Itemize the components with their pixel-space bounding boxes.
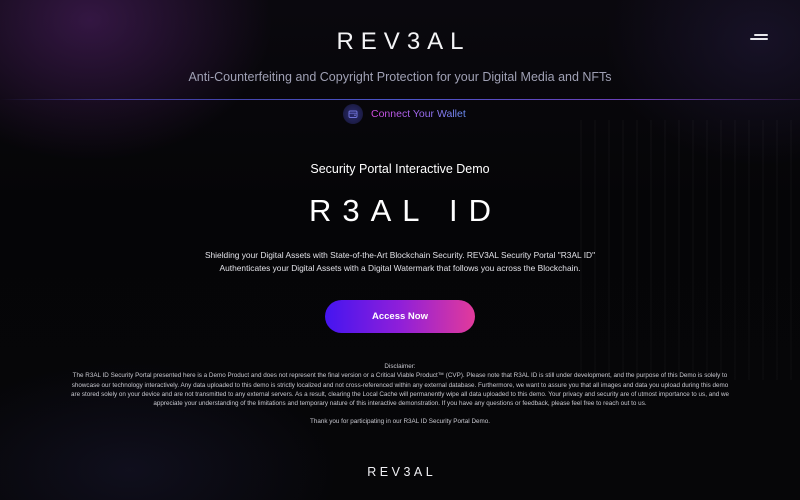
menu-line-bottom [750,38,768,40]
hero-subtitle: Security Portal Interactive Demo [310,162,490,176]
footer-logo[interactable]: REV3AL [0,465,800,479]
connect-wallet-button[interactable]: Connect Your Wallet [343,104,466,124]
tagline: Anti-Counterfeiting and Copyright Protec… [188,70,612,84]
header-logo[interactable]: REV3AL [0,28,800,56]
hamburger-menu-icon[interactable] [750,33,770,43]
hero-title: R3AL ID [308,193,502,228]
background-streaks [580,120,800,380]
menu-line-top [754,34,768,36]
landing-page: REV3AL Anti-Counterfeiting and Copyright… [0,0,800,500]
wallet-icon [343,104,363,124]
hero-description: Shielding your Digital Assets with State… [204,250,596,273]
disclaimer-heading: Disclaimer: [384,363,416,370]
disclaimer-thanks: Thank you for participating in our R3AL … [309,418,490,426]
connect-wallet-label: Connect Your Wallet [371,108,466,120]
header-divider [0,99,800,100]
disclaimer-body: The R3AL ID Security Portal presented he… [70,372,730,408]
access-now-button[interactable]: Access Now [325,300,475,333]
disclaimer: Disclaimer: The R3AL ID Security Portal … [70,362,730,427]
